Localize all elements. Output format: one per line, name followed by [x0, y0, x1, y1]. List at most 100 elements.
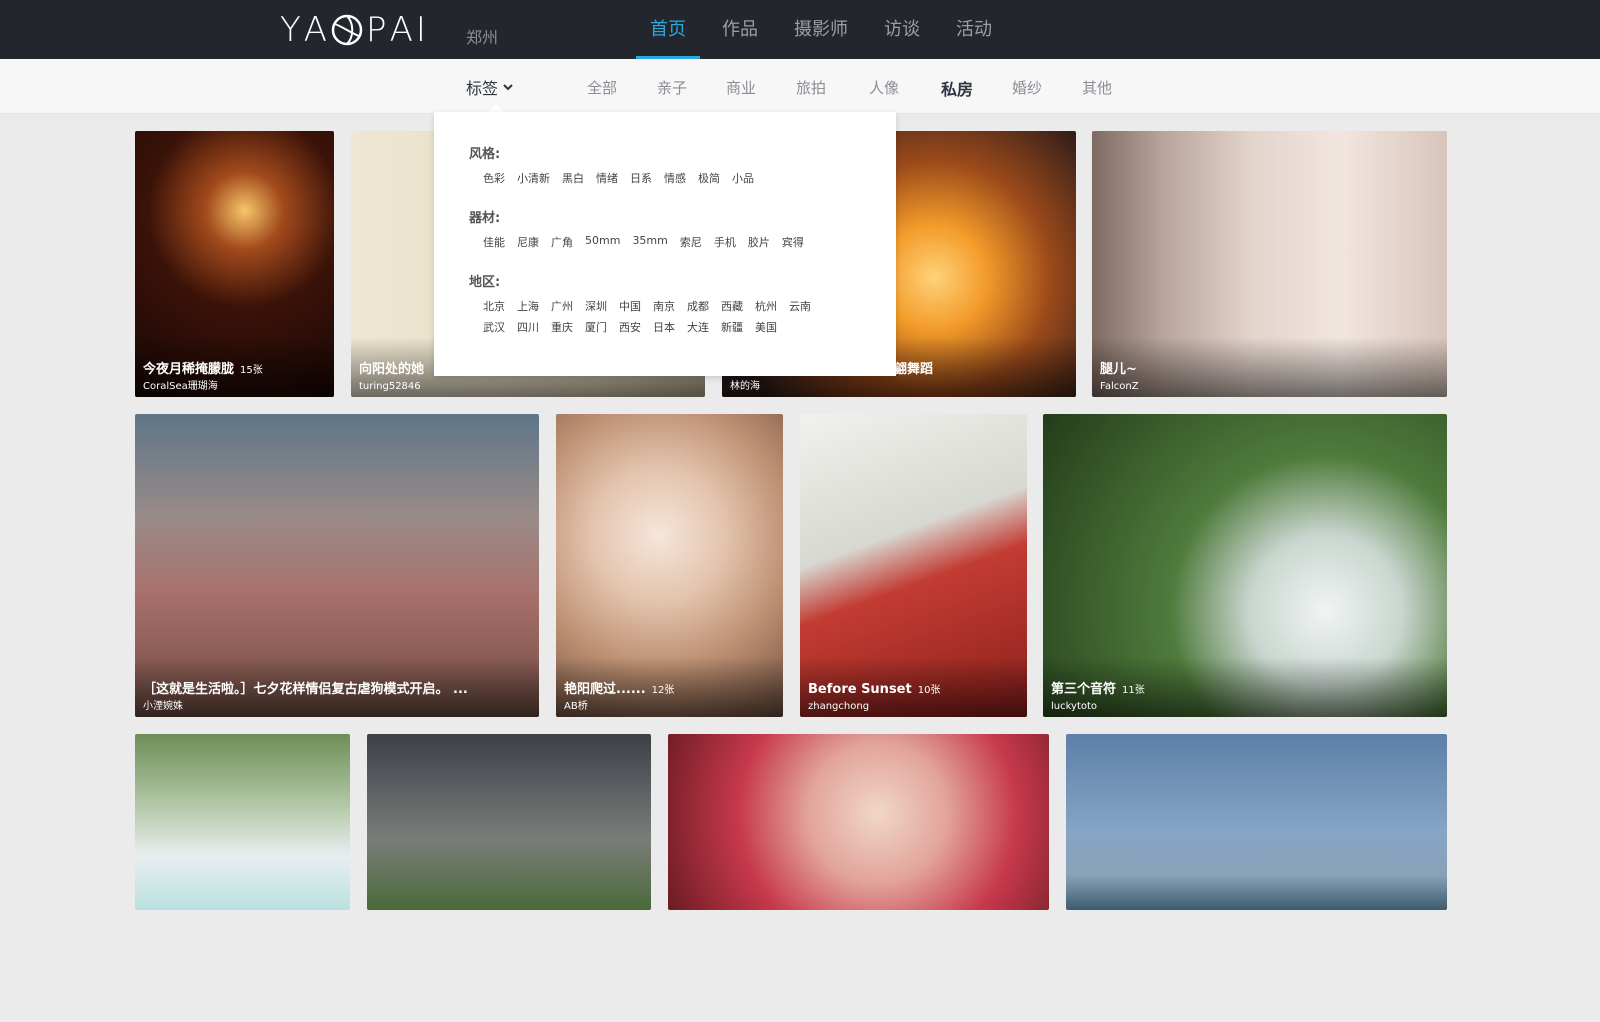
tag-item[interactable]: 美国	[755, 319, 777, 335]
tag-group-style-title: 风格:	[469, 147, 501, 162]
category-bar: 标签 全部 亲子 商业 旅拍 人像 私房 婚纱 其他	[0, 59, 1600, 114]
photo-author[interactable]: zhangchong	[808, 701, 869, 712]
tag-item[interactable]: 色彩	[483, 170, 505, 186]
tags-dropdown-toggle[interactable]: 标签	[466, 75, 514, 99]
photo-card[interactable]: 艳阳爬过...... 12张 AB桥	[556, 414, 783, 717]
tag-item[interactable]: 深圳	[585, 298, 607, 314]
tag-item[interactable]: 日本	[653, 319, 675, 335]
category-other[interactable]: 其他	[1082, 77, 1112, 98]
aperture-icon	[331, 14, 363, 46]
photo-author[interactable]: AB桥	[564, 697, 588, 712]
photo-title: 今夜月稀掩朦胧 15张	[143, 362, 263, 377]
photo-card[interactable]: Before Sunset 10张 zhangchong	[800, 414, 1027, 717]
tags-label: 标签	[466, 79, 499, 98]
nav-photographers[interactable]: 摄影师	[780, 0, 862, 59]
tag-row-style: 色彩 小清新 黑白 情绪 日系 情感 极简 小品	[483, 170, 754, 186]
tag-item[interactable]: 大连	[687, 319, 709, 335]
photo-card[interactable]: 第三个音符 11张 luckytoto	[1043, 414, 1447, 717]
city-selector[interactable]: 郑州	[466, 24, 498, 48]
logo-letter: Y	[280, 10, 302, 50]
photo-count: 11张	[1122, 685, 1145, 696]
chevron-down-icon	[503, 84, 513, 91]
category-family[interactable]: 亲子	[657, 77, 687, 98]
tag-row-region-2: 武汉 四川 重庆 厦门 西安 日本 大连 新疆 美国	[483, 319, 777, 335]
tags-dropdown-panel: 风格: 色彩 小清新 黑白 情绪 日系 情感 极简 小品 器材: 佳能 尼康 广…	[434, 112, 896, 376]
tag-item[interactable]: 尼康	[517, 234, 539, 250]
category-portrait[interactable]: 人像	[869, 77, 899, 98]
tag-item[interactable]: 云南	[789, 298, 811, 314]
tag-item[interactable]: 广角	[551, 234, 573, 250]
photo-card[interactable]: 腿儿~ FalconZ	[1092, 131, 1447, 397]
photo-card[interactable]: ［这就是生活啦。］七夕花样情侣复古虐狗模式开启。 ... 小湮婉姝	[135, 414, 539, 717]
tag-item[interactable]: 南京	[653, 298, 675, 314]
photo-author[interactable]: 林的海	[730, 377, 760, 392]
photo-title: 腿儿~	[1100, 362, 1137, 377]
tag-item[interactable]: 广州	[551, 298, 573, 314]
yaopai-logo[interactable]: Y A P A I	[280, 12, 427, 48]
tag-item[interactable]: 中国	[619, 298, 641, 314]
nav-events[interactable]: 活动	[942, 0, 1006, 59]
tag-item[interactable]: 胶片	[748, 234, 770, 250]
category-travel[interactable]: 旅拍	[796, 77, 826, 98]
logo-letter: P	[366, 10, 388, 50]
tag-item[interactable]: 情绪	[596, 170, 618, 186]
tag-item[interactable]: 小清新	[517, 170, 550, 186]
main-nav: 首页 作品 摄影师 访谈 活动	[636, 0, 1014, 59]
photo-card[interactable]	[135, 734, 350, 910]
tag-item[interactable]: 新疆	[721, 319, 743, 335]
tag-item[interactable]: 35mm	[632, 234, 667, 250]
photo-count: 12张	[651, 685, 675, 696]
category-commercial[interactable]: 商业	[726, 77, 756, 98]
dropdown-caret	[488, 104, 504, 112]
tag-item[interactable]: 极简	[698, 170, 720, 186]
photo-card[interactable]	[367, 734, 651, 910]
tag-item[interactable]: 佳能	[483, 234, 505, 250]
tag-item[interactable]: 手机	[714, 234, 736, 250]
tag-group-region-title: 地区:	[469, 275, 501, 290]
category-all[interactable]: 全部	[587, 77, 617, 98]
tag-row-region-1: 北京 上海 广州 深圳 中国 南京 成都 西藏 杭州 云南	[483, 298, 811, 314]
logo-letter: A	[303, 10, 329, 50]
tag-item[interactable]: 武汉	[483, 319, 505, 335]
photo-card[interactable]: 今夜月稀掩朦胧 15张 CoralSea珊瑚海	[135, 131, 334, 397]
category-boudoir[interactable]: 私房	[941, 76, 973, 100]
tag-item[interactable]: 情感	[664, 170, 686, 186]
photo-count: 15张	[240, 365, 263, 376]
tag-item[interactable]: 北京	[483, 298, 505, 314]
photo-author[interactable]: turing52846	[359, 381, 421, 392]
tag-item[interactable]: 黑白	[562, 170, 584, 186]
photo-card[interactable]	[668, 734, 1049, 910]
photo-title: Before Sunset 10张	[808, 682, 941, 697]
tag-item[interactable]: 宾得	[782, 234, 804, 250]
category-wedding[interactable]: 婚纱	[1012, 77, 1042, 98]
photo-author[interactable]: luckytoto	[1051, 701, 1097, 712]
tag-group-equipment-title: 器材:	[469, 211, 501, 226]
photo-author[interactable]: CoralSea珊瑚海	[143, 377, 218, 392]
photo-author[interactable]: FalconZ	[1100, 381, 1139, 392]
photo-title: 第三个音符 11张	[1051, 682, 1145, 697]
photo-count: 10张	[917, 685, 941, 696]
top-navbar: Y A P A I 郑州 首页 作品 摄影师 访谈 活动	[0, 0, 1600, 59]
photo-author[interactable]: 小湮婉姝	[143, 697, 183, 712]
tag-item[interactable]: 四川	[517, 319, 539, 335]
photo-title: ［这就是生活啦。］七夕花样情侣复古虐狗模式开启。 ...	[143, 682, 468, 697]
tag-item[interactable]: 西安	[619, 319, 641, 335]
photo-card[interactable]	[1066, 734, 1447, 910]
nav-interviews[interactable]: 访谈	[870, 0, 934, 59]
tag-item[interactable]: 小品	[732, 170, 754, 186]
tag-item[interactable]: 西藏	[721, 298, 743, 314]
tag-item[interactable]: 杭州	[755, 298, 777, 314]
tag-item[interactable]: 重庆	[551, 319, 573, 335]
nav-home[interactable]: 首页	[636, 0, 700, 59]
tag-row-equipment: 佳能 尼康 广角 50mm 35mm 索尼 手机 胶片 宾得	[483, 234, 804, 250]
tag-item[interactable]: 成都	[687, 298, 709, 314]
caption-gradient	[1092, 337, 1447, 397]
tag-item[interactable]: 索尼	[680, 234, 702, 250]
photo-title: 向阳处的她	[359, 362, 425, 377]
tag-item[interactable]: 50mm	[585, 234, 620, 250]
nav-works[interactable]: 作品	[708, 0, 772, 59]
photo-title: 艳阳爬过...... 12张	[564, 682, 675, 697]
tag-item[interactable]: 厦门	[585, 319, 607, 335]
tag-item[interactable]: 上海	[517, 298, 539, 314]
tag-item[interactable]: 日系	[630, 170, 652, 186]
